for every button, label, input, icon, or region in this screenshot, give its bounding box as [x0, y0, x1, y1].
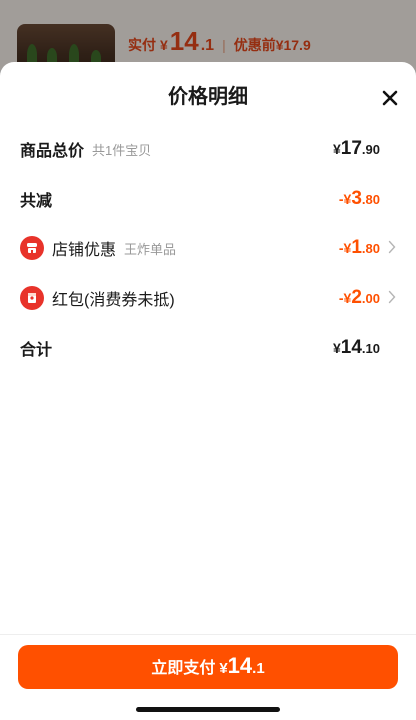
pay-now-button[interactable]: 立即支付 ¥ 14 .1: [18, 645, 398, 689]
amount-decimal: .80: [361, 192, 380, 207]
amount-integer: 17: [340, 138, 362, 159]
total-reduction-amount: -¥ 3 .80: [339, 188, 380, 210]
page: 实付 ¥ 14 .1 | 优惠前¥17.9 价格明细 商品总价 共1件宝贝 ¥ …: [0, 0, 416, 720]
amount-integer: 3: [351, 188, 362, 209]
currency-symbol: ¥: [332, 340, 341, 356]
amount-decimal: .10: [361, 341, 380, 356]
currency-symbol: ¥: [219, 660, 228, 677]
row-total-reduction: 共减 -¥ 3 .80: [20, 184, 396, 214]
red-packet-amount: -¥ 2 .00: [339, 287, 380, 309]
amount-integer: 1: [351, 237, 362, 258]
shop-discount-note: 王炸单品: [124, 241, 177, 257]
close-icon: [382, 90, 398, 106]
pay-amount-decimal: .1: [252, 660, 265, 677]
shop-discount-amount: -¥ 1 .80: [339, 237, 380, 259]
chevron-right-icon: [388, 290, 396, 304]
pay-now-label: 立即支付: [151, 660, 216, 677]
row-goods-total: 商品总价 共1件宝贝 ¥ 17 .90: [20, 134, 396, 164]
pay-amount-integer: 14: [227, 653, 253, 678]
amount-integer: 2: [351, 287, 362, 308]
amount-decimal: .00: [361, 291, 380, 306]
home-indicator[interactable]: [136, 707, 280, 712]
chevron-right-icon: [388, 240, 396, 254]
amount-decimal: .90: [361, 142, 380, 157]
amount-decimal: .80: [361, 241, 380, 256]
goods-total-label: 商品总价: [20, 143, 85, 160]
amount-integer: 14: [340, 337, 362, 358]
red-packet-icon: [20, 286, 44, 310]
currency-symbol: -¥: [338, 240, 352, 256]
total-reduction-label: 共减: [20, 193, 53, 210]
currency-symbol: -¥: [338, 290, 352, 306]
grand-total-label: 合计: [20, 342, 53, 359]
currency-symbol: -¥: [338, 191, 352, 207]
shop-icon: [20, 236, 44, 260]
grand-total-amount: ¥ 14 .10: [333, 337, 380, 359]
shop-discount-label: 店铺优惠: [52, 242, 117, 259]
goods-count: 共1件宝贝: [92, 142, 152, 158]
sheet-title: 价格明细: [168, 86, 248, 108]
price-detail-sheet: 价格明细 商品总价 共1件宝贝 ¥ 17 .90 共减 -¥ 3 .80 店铺优…: [0, 62, 416, 720]
currency-symbol: ¥: [332, 141, 341, 157]
row-shop-discount[interactable]: 店铺优惠 王炸单品 -¥ 1 .80: [20, 233, 396, 263]
goods-total-amount: ¥ 17 .90: [333, 138, 380, 160]
close-button[interactable]: [376, 84, 404, 112]
row-red-packet[interactable]: 红包(消费券未抵) -¥ 2 .00: [20, 283, 396, 313]
bottom-pay-bar: 立即支付 ¥ 14 .1: [0, 634, 416, 720]
red-packet-label: 红包(消费券未抵): [52, 292, 175, 309]
row-grand-total: 合计 ¥ 14 .10: [20, 333, 396, 363]
